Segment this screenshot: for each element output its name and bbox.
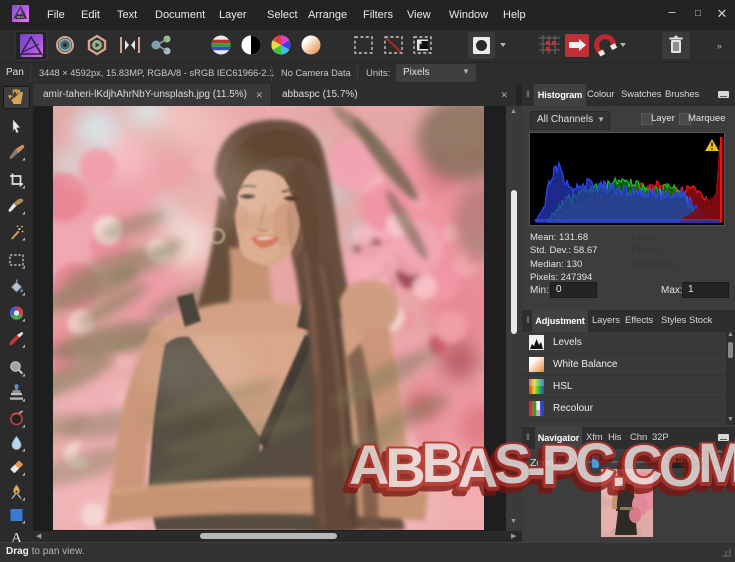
svg-text:BETA: BETA <box>17 15 25 19</box>
svg-text:ABBAS-PC.COM: ABBAS-PC.COM <box>349 431 735 499</box>
svg-text:»: » <box>717 41 722 51</box>
